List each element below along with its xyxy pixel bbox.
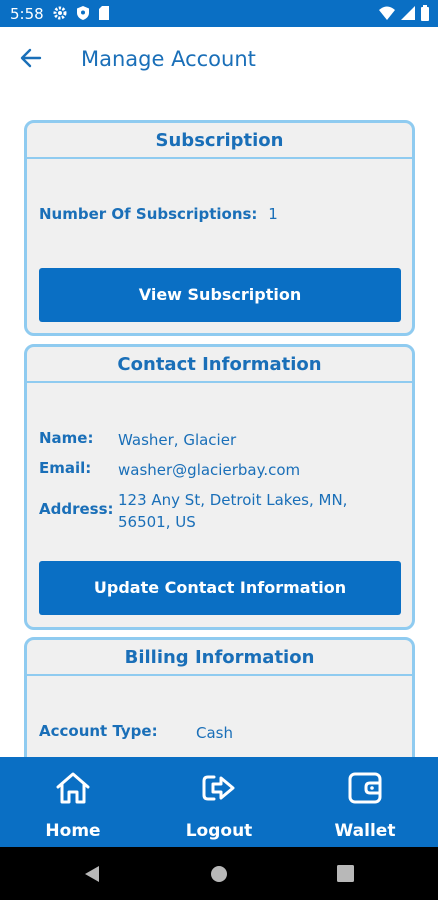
- billing-account-type-value: Cash: [196, 724, 233, 742]
- contact-card: Contact Information Name: Washer, Glacie…: [24, 344, 415, 630]
- shield-icon: [76, 5, 90, 21]
- page-title: Manage Account: [81, 47, 256, 71]
- wifi-icon: [378, 5, 396, 21]
- status-time: 5:58: [10, 5, 44, 23]
- contact-email-row: Email: washer@glacierbay.com: [39, 459, 300, 479]
- battery-icon: [420, 5, 430, 21]
- subscription-count-label: Number Of Subscriptions:: [39, 205, 258, 223]
- status-bar: 5:58: [0, 0, 438, 27]
- contact-email-label: Email:: [39, 459, 92, 477]
- subscription-count-value: 1: [268, 205, 278, 223]
- content-scroll-area[interactable]: Subscription Number Of Subscriptions: 1 …: [0, 93, 438, 757]
- contact-name-row: Name: Washer, Glacier: [39, 429, 236, 449]
- nav-item-wallet[interactable]: Wallet: [292, 757, 438, 847]
- nav-item-logout[interactable]: Logout: [146, 757, 292, 847]
- subscription-count-row: Number Of Subscriptions: 1: [39, 205, 278, 223]
- status-icons-left: [52, 5, 110, 21]
- contact-email-value: washer@glacierbay.com: [118, 461, 301, 479]
- sd-card-icon: [98, 5, 110, 21]
- billing-account-type-row: Account Type: Cash: [39, 722, 233, 742]
- gear-icon: [52, 5, 68, 21]
- subscription-card: Subscription Number Of Subscriptions: 1 …: [24, 120, 415, 336]
- arrow-left-icon[interactable]: [18, 45, 44, 71]
- contact-name-label: Name:: [39, 429, 94, 447]
- billing-account-type-label: Account Type:: [39, 722, 158, 740]
- contact-name-value: Washer, Glacier: [118, 431, 237, 449]
- system-nav-bar: [0, 847, 438, 900]
- view-subscription-button[interactable]: View Subscription: [39, 268, 401, 322]
- billing-header: Billing Information: [27, 640, 412, 676]
- app-bar: Manage Account: [0, 27, 438, 93]
- back-triangle-icon[interactable]: [84, 865, 100, 888]
- contact-address-value: 123 Any St, Detroit Lakes, MN, 56501, US: [118, 491, 348, 531]
- nav-label-logout: Logout: [185, 821, 253, 841]
- billing-card: Billing Information Account Type: Cash: [24, 637, 415, 757]
- status-icons-right: [378, 5, 430, 21]
- update-contact-button[interactable]: Update Contact Information: [39, 561, 401, 615]
- nav-label-wallet: Wallet: [334, 821, 396, 841]
- recents-square-icon[interactable]: [337, 865, 354, 887]
- nav-label-home: Home: [45, 821, 101, 841]
- signal-icon: [400, 5, 416, 21]
- contact-address-label: Address:: [39, 500, 114, 518]
- nav-item-home[interactable]: Home: [0, 757, 146, 847]
- home-circle-icon[interactable]: [210, 865, 228, 888]
- contact-header: Contact Information: [27, 347, 412, 383]
- subscription-header: Subscription: [27, 123, 412, 159]
- bottom-nav: Home Logout Wallet: [0, 757, 438, 847]
